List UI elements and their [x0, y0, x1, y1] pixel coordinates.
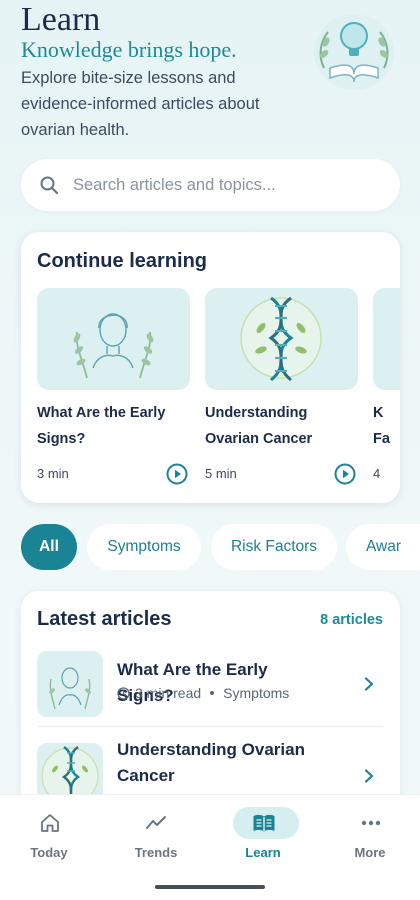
article-category: Symptoms [223, 685, 290, 701]
article-meta: 3 min read Symptoms [117, 685, 289, 701]
play-icon[interactable] [166, 463, 188, 485]
play-icon[interactable] [334, 463, 356, 485]
lesson-card[interactable]: What Are the Early Signs? 3 min [37, 288, 190, 493]
chevron-right-icon [364, 677, 374, 691]
chevron-right-icon [364, 769, 374, 783]
tab-learn[interactable]: Learn [218, 807, 308, 867]
tab-today[interactable]: Today [4, 807, 94, 867]
tab-trends[interactable]: Trends [111, 807, 201, 867]
search-input[interactable]: Search articles and topics... [21, 159, 400, 211]
topic-filter-chips: All Symptoms Risk Factors Awar [21, 524, 420, 570]
lesson-duration: 5 min [205, 466, 237, 481]
tab-label: Trends [134, 845, 178, 860]
article-thumbnail [37, 651, 103, 717]
dna-illustration-icon [240, 296, 322, 382]
page-subtitle: Knowledge brings hope. [21, 37, 237, 62]
page-header: Learn Knowledge brings hope. Explore bit… [21, 0, 301, 143]
home-indicator [155, 885, 265, 889]
meta-separator [210, 691, 215, 695]
lesson-title: Understanding Ovarian Cancer [205, 405, 313, 447]
lesson-thumbnail [37, 288, 190, 390]
chip-symptoms[interactable]: Symptoms [87, 524, 201, 570]
lesson-title: What Are the Early Signs? [37, 405, 166, 447]
page-description: Explore bite-size lessons and evidence-i… [21, 69, 260, 139]
lesson-card[interactable]: Understanding Ovarian Cancer 5 min [205, 288, 358, 493]
more-dots-icon [361, 820, 381, 826]
tab-more[interactable]: More [325, 807, 415, 867]
lesson-duration: 3 min [37, 466, 69, 481]
search-icon [40, 176, 59, 195]
tab-label: Today [30, 845, 68, 860]
tab-label: More [354, 845, 386, 860]
lesson-title: K Fa [373, 405, 390, 447]
article-title: What Are the Early Signs? [117, 660, 268, 705]
search-placeholder: Search articles and topics... [73, 175, 276, 194]
latest-articles-title: Latest articles [37, 608, 172, 630]
trend-line-icon [146, 816, 166, 829]
chip-awareness[interactable]: Awar [346, 524, 420, 570]
tab-label: Learn [245, 845, 281, 860]
lesson-card[interactable]: K Fa 4 [373, 288, 400, 493]
article-row[interactable]: What Are the Early Signs? 3 min read Sym… [37, 651, 383, 717]
lesson-duration: 4 [373, 466, 381, 481]
article-read-time: 3 min read [135, 685, 202, 701]
chip-risk-factors[interactable]: Risk Factors [211, 524, 337, 570]
articles-count-link[interactable]: 8 articles [320, 612, 383, 628]
woman-illustration-icon [73, 313, 154, 379]
home-icon [41, 814, 59, 832]
continue-learning-list[interactable]: What Are the Early Signs? 3 min Understa… [37, 288, 400, 493]
lesson-thumbnail [205, 288, 358, 390]
continue-learning-card: Continue learning What Are the Early Sig… [21, 232, 400, 503]
page-title: Learn [21, 1, 101, 38]
open-book-icon [253, 814, 275, 832]
woman-illustration-icon [49, 667, 91, 710]
clock-icon [117, 686, 130, 700]
chip-all[interactable]: All [21, 524, 77, 570]
divider [37, 726, 383, 727]
continue-learning-title: Continue learning [37, 250, 207, 272]
lightbulb-book-illustration-icon [314, 14, 394, 90]
lesson-thumbnail [373, 288, 400, 390]
article-title: Understanding Ovarian Cancer [117, 740, 305, 785]
